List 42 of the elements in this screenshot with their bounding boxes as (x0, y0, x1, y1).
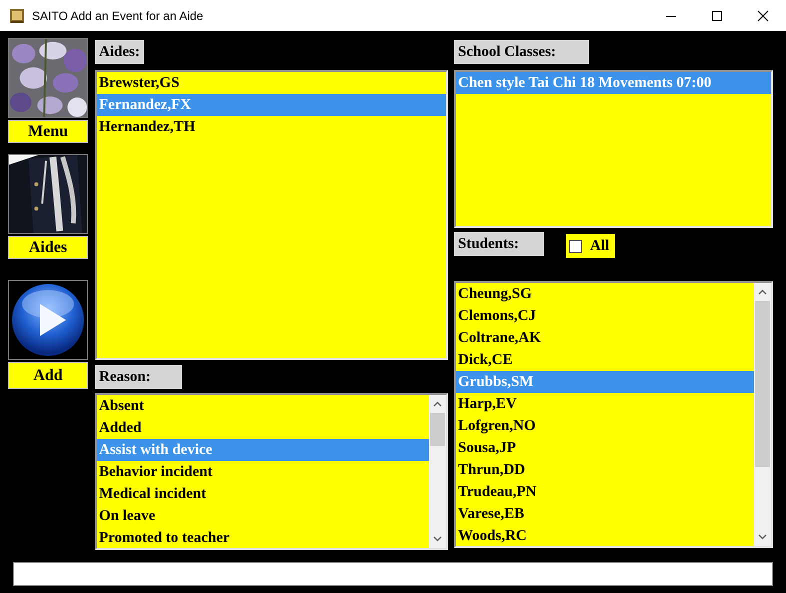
aide-item[interactable]: Brewster,GS (97, 72, 446, 94)
reason-item[interactable]: Absent (97, 395, 429, 417)
scroll-down-icon[interactable] (433, 536, 442, 542)
student-item[interactable]: Sousa,JP (456, 437, 754, 459)
close-icon[interactable] (757, 10, 769, 22)
reason-item[interactable]: Added (97, 417, 429, 439)
reason-item[interactable]: Promoted to teacher (97, 527, 429, 548)
scrollbar[interactable] (429, 395, 446, 548)
scrollbar[interactable] (754, 283, 771, 546)
window-title: SAITO Add an Event for an Aide (32, 8, 204, 22)
nav-button[interactable]: Menu (8, 120, 88, 143)
scroll-thumb[interactable] (430, 413, 445, 446)
reason-item[interactable]: Behavior incident (97, 461, 429, 483)
nav-button[interactable]: Add (8, 362, 88, 389)
student-item[interactable]: Coltrane,AK (456, 327, 754, 349)
reason-item[interactable]: Medical incident (97, 483, 429, 505)
student-item[interactable]: Lofgren,NO (456, 415, 754, 437)
maximize-icon[interactable] (711, 10, 723, 22)
aide-item[interactable]: Hernandez,TH (97, 116, 446, 138)
app-icon (9, 8, 25, 24)
student-item[interactable]: Clemons,CJ (456, 305, 754, 327)
scroll-down-icon[interactable] (758, 534, 767, 540)
student-item[interactable]: Dick,CE (456, 349, 754, 371)
reason-label: Reason: (95, 365, 182, 389)
school-classes-label: School Classes: (454, 40, 589, 64)
scroll-thumb[interactable] (755, 301, 770, 467)
input-field[interactable] (13, 562, 773, 586)
aides-label: Aides: (95, 40, 144, 64)
student-item[interactable]: Cheung,SG (456, 283, 754, 305)
student-item[interactable]: Harp,EV (456, 393, 754, 415)
all-checkbox[interactable] (569, 240, 582, 252)
student-item[interactable]: Woods,RC (456, 525, 754, 546)
nav-button[interactable]: Aides (8, 236, 88, 259)
student-item[interactable]: Trudeau,PN (456, 481, 754, 503)
student-item[interactable]: Thrun,DD (456, 459, 754, 481)
students-label: Students: (454, 232, 544, 256)
all-label: All (590, 238, 610, 254)
scroll-up-icon[interactable] (433, 401, 442, 407)
scroll-up-icon[interactable] (758, 289, 767, 295)
play-icon[interactable] (10, 282, 86, 358)
student-item[interactable]: Varese,EB (456, 503, 754, 525)
reason-item[interactable]: On leave (97, 505, 429, 527)
